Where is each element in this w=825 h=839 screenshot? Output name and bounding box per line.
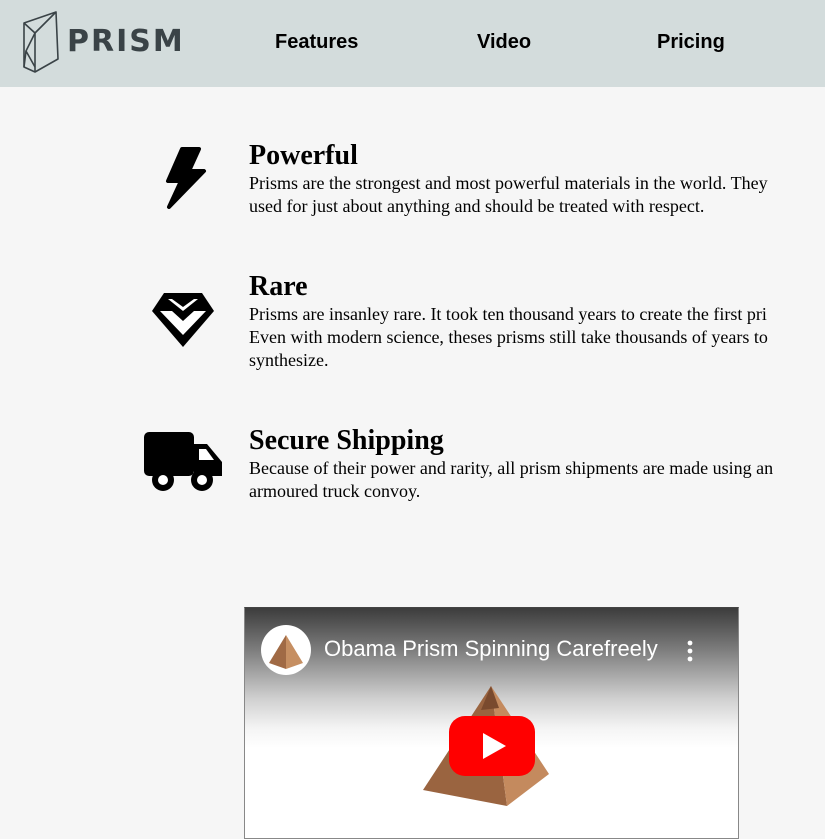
feature-description: Prisms are the strongest and most powerf… [249,173,768,216]
feature-title: Rare [249,271,308,302]
prism-logo-icon [23,11,59,73]
diamond-icon [150,291,216,354]
prism-logo[interactable]: PRISM [21,11,183,75]
youtube-play-icon[interactable] [449,716,535,781]
video-title[interactable]: Obama Prism Spinning Carefreely [324,636,658,662]
video-embed[interactable]: Obama Prism Spinning Carefreely [244,607,739,839]
lightning-bolt-icon [158,146,208,215]
feature-description: Because of their power and rarity, all p… [249,458,774,501]
nav-link-pricing[interactable]: Pricing [657,31,725,54]
site-header: PRISM Features Video Pricing [0,0,825,87]
truck-icon [143,430,225,501]
more-vert-icon[interactable] [683,639,697,663]
feature-title: Secure Shipping [249,425,444,456]
feature-description: Prisms are insanley rare. It took ten th… [249,304,768,370]
nav-link-video[interactable]: Video [477,31,531,54]
pyramid-avatar-icon[interactable] [261,625,311,675]
nav-link-features[interactable]: Features [275,31,358,54]
logo-text: PRISM [67,24,185,59]
feature-title: Powerful [249,140,358,171]
